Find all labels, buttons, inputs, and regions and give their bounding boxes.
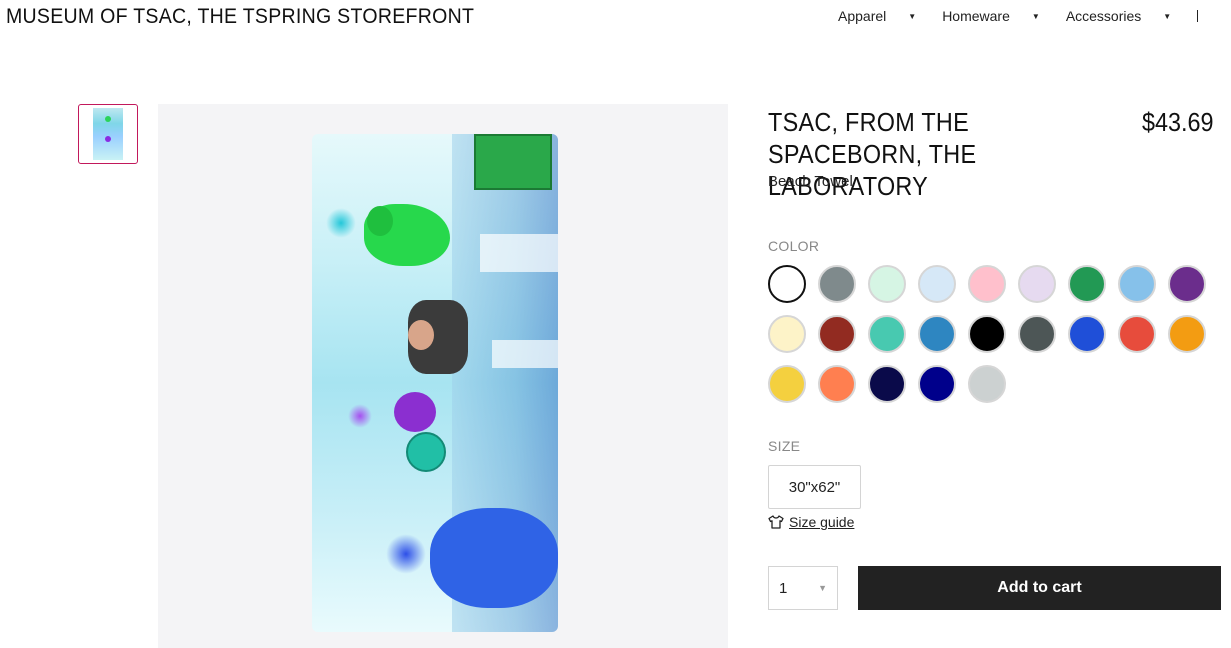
towel-art-green-head — [367, 206, 393, 236]
towel-art-stripe — [492, 340, 558, 368]
color-swatch[interactable] — [868, 315, 906, 353]
thumbnail-image — [93, 108, 123, 160]
color-swatch[interactable] — [768, 365, 806, 403]
color-swatch[interactable] — [768, 315, 806, 353]
add-to-cart-button[interactable]: Add to cart — [858, 566, 1221, 610]
product-price: $43.69 — [1142, 107, 1214, 137]
tshirt-icon — [768, 515, 784, 529]
size-guide-label: Size guide — [789, 514, 855, 530]
nav-item-label: Apparel — [838, 8, 887, 24]
color-swatch[interactable] — [1168, 315, 1206, 353]
color-swatch[interactable] — [818, 315, 856, 353]
towel-art-blue-figure — [430, 508, 558, 608]
towel-art-glow — [326, 208, 356, 238]
towel-art-sphere — [406, 432, 446, 472]
nav-divider — [1197, 10, 1199, 22]
color-swatch[interactable] — [868, 265, 906, 303]
caret-down-icon: ▼ — [1163, 11, 1172, 21]
color-swatch[interactable] — [918, 365, 956, 403]
towel-art-man-face — [408, 320, 434, 350]
towel-art-glow — [386, 534, 426, 574]
color-swatch[interactable] — [968, 265, 1006, 303]
store-title[interactable]: MUSEUM OF TSAC, THE TSPRING STOREFRONT — [6, 5, 474, 29]
color-swatch[interactable] — [1068, 315, 1106, 353]
color-swatch[interactable] — [1118, 265, 1156, 303]
nav-item-homeware[interactable]: Homeware ▼ — [942, 8, 1040, 24]
color-swatch[interactable] — [818, 265, 856, 303]
caret-down-icon: ▼ — [818, 583, 827, 593]
color-swatch[interactable] — [868, 365, 906, 403]
color-swatch[interactable] — [1168, 265, 1206, 303]
towel-art-purple-figure — [394, 392, 436, 432]
color-swatch[interactable] — [818, 365, 856, 403]
color-swatch[interactable] — [1068, 265, 1106, 303]
product-image-area[interactable] — [158, 104, 728, 648]
color-swatch[interactable] — [1018, 265, 1056, 303]
caret-down-icon: ▼ — [1031, 11, 1040, 21]
color-label: COLOR — [768, 238, 820, 254]
color-swatch[interactable] — [968, 315, 1006, 353]
color-swatch[interactable] — [768, 265, 806, 303]
color-swatch[interactable] — [1118, 315, 1156, 353]
size-guide-link[interactable]: Size guide — [768, 514, 854, 530]
size-option-button[interactable]: 30"x62" — [768, 465, 861, 509]
color-swatch[interactable] — [918, 315, 956, 353]
quantity-value: 1 — [779, 579, 788, 597]
towel-image — [312, 134, 558, 632]
towel-art-stripe — [480, 234, 558, 272]
product-thumbnail[interactable] — [78, 104, 138, 164]
nav-item-accessories[interactable]: Accessories ▼ — [1066, 8, 1171, 24]
color-swatch[interactable] — [968, 365, 1006, 403]
quantity-select[interactable]: 1 ▼ — [768, 566, 838, 610]
nav-item-label: Accessories — [1065, 8, 1142, 24]
towel-art-panel — [474, 134, 552, 190]
main-nav: Apparel ▼ Homeware ▼ Accessories ▼ — [838, 8, 1199, 24]
product-type: Beach Towel — [768, 173, 853, 190]
size-label: SIZE — [768, 438, 801, 454]
color-swatch[interactable] — [918, 265, 956, 303]
caret-down-icon: ▼ — [908, 11, 917, 21]
towel-art-glow — [348, 404, 372, 428]
nav-item-apparel[interactable]: Apparel ▼ — [838, 8, 916, 24]
color-swatch[interactable] — [1018, 315, 1056, 353]
nav-item-label: Homeware — [942, 8, 1010, 24]
